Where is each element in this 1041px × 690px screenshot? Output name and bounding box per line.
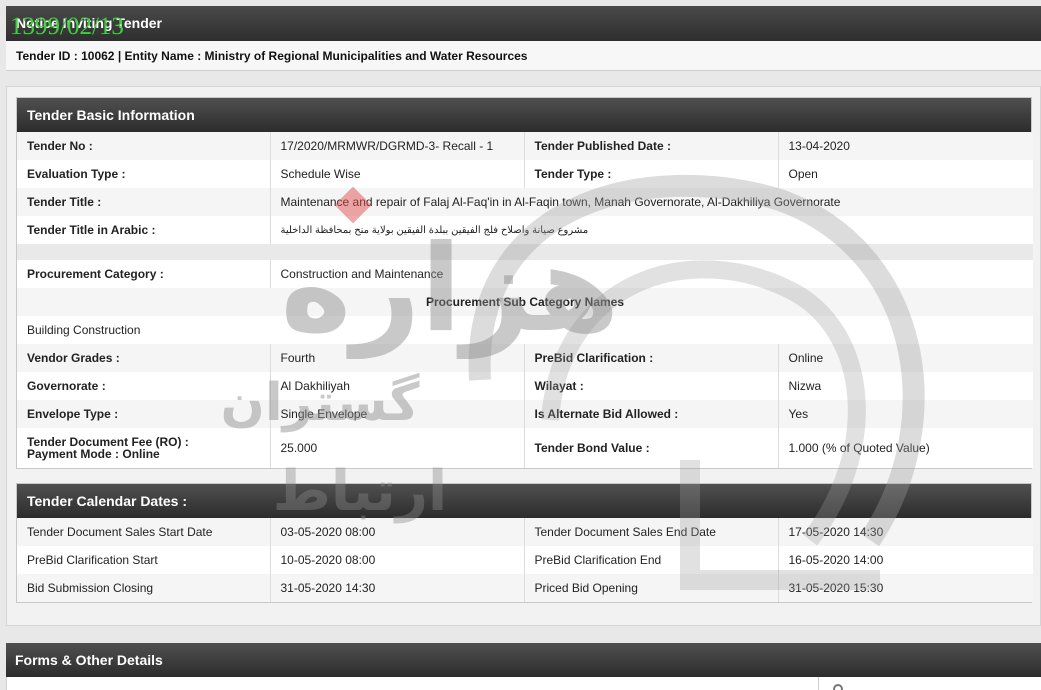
calendar-label: Priced Bid Opening: [524, 574, 779, 602]
fee-cell: Tender Document Fee (RO) : Payment Mode …: [17, 428, 271, 468]
basic-info-table: Tender No : 17/2020/MRMWR/DGRMD-3- Recal…: [17, 132, 1033, 468]
evaluation-type-value: Schedule Wise: [270, 160, 525, 188]
prebid-label: PreBid Clarification :: [524, 344, 779, 372]
procurement-category-value: Construction and Maintenance: [270, 260, 1033, 288]
calendar-label: Tender Document Sales End Date: [524, 518, 779, 546]
table-row: Procurement Sub Category Names: [17, 288, 1033, 316]
wilayat-value: Nizwa: [778, 372, 1033, 400]
table-row: Building Construction: [17, 316, 1033, 344]
payment-mode-value: Online: [122, 447, 160, 461]
table-row: Vendor Grades : Fourth PreBid Clarificat…: [17, 344, 1033, 372]
basic-info-header: Tender Basic Information: [17, 98, 1031, 132]
governorate-value: Al Dakhiliyah: [270, 372, 525, 400]
table-row: PreBid Clarification Start 10-05-2020 08…: [17, 546, 1033, 574]
forms-header: Forms & Other Details: [6, 643, 1041, 677]
vendor-grades-label: Vendor Grades :: [17, 344, 271, 372]
alternate-bid-value: Yes: [778, 400, 1033, 428]
calendar-label: Bid Submission Closing: [17, 574, 271, 602]
calendar-label: PreBid Clarification Start: [17, 546, 271, 574]
subcategory-value: Building Construction: [17, 316, 1033, 344]
table-row: Procurement Category : Construction and …: [17, 260, 1033, 288]
arabic-title-label: Tender Title in Arabic :: [17, 216, 271, 244]
forms-body: [6, 677, 1041, 690]
envelope-type-label: Envelope Type :: [17, 400, 271, 428]
procurement-category-label: Procurement Category :: [17, 260, 271, 288]
basic-info-section: Tender Basic Information Tender No : 17/…: [6, 86, 1041, 626]
published-date-value: 13-04-2020: [778, 132, 1033, 160]
alternate-bid-label: Is Alternate Bid Allowed :: [524, 400, 779, 428]
table-row: Tender Document Sales Start Date 03-05-2…: [17, 518, 1033, 546]
calendar-value: 31-05-2020 15:30: [778, 574, 1033, 602]
subcategory-heading: Procurement Sub Category Names: [17, 288, 1033, 316]
calendar-panel: Tender Calendar Dates : Tender Document …: [16, 483, 1033, 603]
calendar-table: Tender Document Sales Start Date 03-05-2…: [17, 518, 1033, 602]
tender-no-value: 17/2020/MRMWR/DGRMD-3- Recall - 1: [270, 132, 525, 160]
calendar-value: 31-05-2020 14:30: [270, 574, 525, 602]
search-icon[interactable]: [833, 684, 843, 690]
table-row: Tender No : 17/2020/MRMWR/DGRMD-3- Recal…: [17, 132, 1033, 160]
published-date-label: Tender Published Date :: [524, 132, 779, 160]
bond-value: 1.000 (% of Quoted Value): [778, 428, 1033, 468]
calendar-label: Tender Document Sales Start Date: [17, 518, 271, 546]
table-row: Tender Document Fee (RO) : Payment Mode …: [17, 428, 1033, 468]
basic-info-panel: Tender Basic Information Tender No : 17/…: [16, 97, 1033, 469]
table-row: Bid Submission Closing 31-05-2020 14:30 …: [17, 574, 1033, 602]
calendar-value: 03-05-2020 08:00: [270, 518, 525, 546]
evaluation-type-label: Evaluation Type :: [17, 160, 271, 188]
envelope-type-value: Single Envelope: [270, 400, 525, 428]
forms-divider: [818, 677, 819, 690]
tender-entity-line: Tender ID : 10062 | Entity Name : Minist…: [6, 41, 1041, 71]
calendar-header: Tender Calendar Dates :: [17, 484, 1031, 518]
table-row: Tender Title in Arabic : مشروع صيانة واص…: [17, 216, 1033, 244]
tender-no-label: Tender No :: [17, 132, 271, 160]
vendor-grades-value: Fourth: [270, 344, 525, 372]
arabic-title-value: مشروع صيانة واصلاح فلج الفيقين ببلدة الف…: [270, 216, 1033, 244]
calendar-label: PreBid Clarification End: [524, 546, 779, 574]
tender-type-label: Tender Type :: [524, 160, 779, 188]
governorate-label: Governorate :: [17, 372, 271, 400]
document-fee-value: 25.000: [270, 428, 525, 468]
bond-label: Tender Bond Value :: [524, 428, 779, 468]
table-row: Governorate : Al Dakhiliyah Wilayat : Ni…: [17, 372, 1033, 400]
calendar-value: 10-05-2020 08:00: [270, 546, 525, 574]
table-spacer: [17, 244, 1033, 260]
date-stamp: 1399/02/13: [10, 13, 124, 40]
tender-title-label: Tender Title :: [17, 188, 271, 216]
tender-title-value: Maintenance and repair of Falaj Al-Faq'i…: [270, 188, 1033, 216]
calendar-value: 17-05-2020 14:30: [778, 518, 1033, 546]
payment-mode-label: Payment Mode :: [27, 447, 120, 461]
wilayat-label: Wilayat :: [524, 372, 779, 400]
calendar-value: 16-05-2020 14:00: [778, 546, 1033, 574]
table-row: Tender Title : Maintenance and repair of…: [17, 188, 1033, 216]
page-header: Notice Inviting Tender: [6, 6, 1041, 41]
table-row: Envelope Type : Single Envelope Is Alter…: [17, 400, 1033, 428]
prebid-value: Online: [778, 344, 1033, 372]
tender-type-value: Open: [778, 160, 1033, 188]
table-row: Evaluation Type : Schedule Wise Tender T…: [17, 160, 1033, 188]
